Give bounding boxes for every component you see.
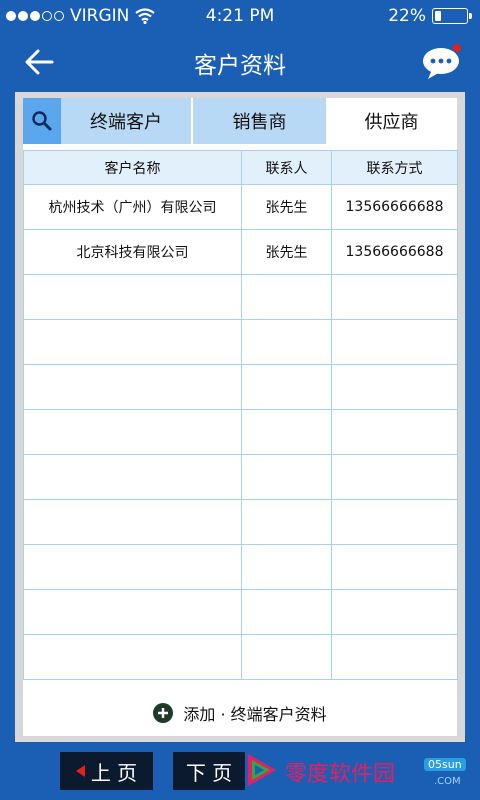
cell-phone: [331, 499, 458, 545]
table-row: [23, 454, 458, 500]
bottom-bar: 上 页 下 页 零度软件园 05sun .COM: [0, 742, 480, 800]
tab-distributor[interactable]: 销售商: [193, 98, 326, 144]
tab-supplier[interactable]: 供应商: [326, 98, 457, 144]
cell-name: [23, 499, 242, 545]
table-row[interactable]: 北京科技有限公司 张先生 13566666688: [23, 229, 458, 275]
table-row: [23, 274, 458, 320]
cell-contact: [241, 274, 332, 320]
cell-contact: [241, 499, 332, 545]
cell-phone: [331, 589, 458, 635]
cell-name: [23, 634, 242, 680]
cell-phone: [331, 364, 458, 410]
cell-phone: [331, 634, 458, 680]
tab-bar: 终端客户 销售商 供应商: [23, 98, 457, 144]
cell-contact: [241, 319, 332, 365]
cell-phone: [331, 319, 458, 365]
nav-bar: 客户资料: [0, 32, 480, 92]
table-row: [23, 499, 458, 545]
column-header-phone: 联系方式: [331, 150, 458, 185]
watermark-logo-icon: [248, 754, 276, 786]
cell-name: [23, 409, 242, 455]
watermark-badge: 05sun: [424, 758, 466, 771]
prev-page-label: 上 页: [90, 760, 138, 785]
cell-phone: [331, 274, 458, 320]
cell-name: 杭州技术（广州）有限公司: [23, 184, 242, 230]
cell-contact: [241, 589, 332, 635]
table-row: [23, 589, 458, 635]
table-row: [23, 544, 458, 590]
cell-contact: [241, 364, 332, 410]
table-row: [23, 409, 458, 455]
triangle-left-icon: [75, 765, 85, 777]
table-row: [23, 364, 458, 410]
cell-phone: 13566666688: [331, 184, 458, 230]
message-button[interactable]: [420, 40, 466, 82]
table-row[interactable]: 杭州技术（广州）有限公司 张先生 13566666688: [23, 184, 458, 230]
add-customer-button[interactable]: 添加 · 终端客户资料: [23, 690, 457, 736]
status-bar: VIRGIN 4:21 PM 22%: [0, 0, 480, 32]
cell-name: 北京科技有限公司: [23, 229, 242, 275]
cell-contact: [241, 544, 332, 590]
cell-contact: 张先生: [241, 229, 332, 275]
customer-panel: 终端客户 销售商 供应商 客户名称 联系人 联系方式 杭州技术（广州）有限公司 …: [23, 98, 458, 736]
prev-page-button[interactable]: 上 页: [60, 752, 153, 790]
cell-name: [23, 589, 242, 635]
cell-contact: [241, 409, 332, 455]
cell-contact: [241, 634, 332, 680]
table-header-row: 客户名称 联系人 联系方式: [23, 150, 458, 185]
watermark-domain: .COM: [434, 776, 461, 787]
column-header-contact: 联系人: [241, 150, 332, 185]
page-title: 客户资料: [194, 53, 286, 79]
plus-glyph: [158, 708, 169, 718]
cell-phone: [331, 544, 458, 590]
content-area: 终端客户 销售商 供应商 客户名称 联系人 联系方式 杭州技术（广州）有限公司 …: [15, 92, 465, 742]
cell-name: [23, 319, 242, 365]
chat-bubble-icon: [423, 44, 461, 79]
tab-terminal-customer[interactable]: 终端客户: [61, 98, 193, 144]
cell-name: [23, 274, 242, 320]
cell-contact: 张先生: [241, 184, 332, 230]
cell-phone: 13566666688: [331, 229, 458, 275]
next-page-button[interactable]: 下 页: [173, 752, 245, 790]
search-icon: [32, 111, 52, 131]
cell-name: [23, 364, 242, 410]
table-row: [23, 319, 458, 365]
battery-percent: 22%: [388, 6, 426, 26]
customer-table: 客户名称 联系人 联系方式 杭州技术（广州）有限公司 张先生 135666666…: [23, 150, 458, 680]
watermark-text: 零度软件园: [285, 762, 396, 787]
cell-phone: [331, 409, 458, 455]
column-header-name: 客户名称: [23, 150, 242, 185]
battery-icon: [432, 8, 472, 24]
plus-icon: [153, 703, 174, 723]
battery-fill: [435, 11, 441, 21]
cell-phone: [331, 454, 458, 500]
table-row: [23, 634, 458, 680]
cell-name: [23, 454, 242, 500]
next-page-label: 下 页: [185, 760, 233, 785]
cell-name: [23, 544, 242, 590]
status-right: 22%: [388, 6, 472, 26]
add-customer-label: 添加 · 终端客户资料: [183, 705, 327, 724]
search-button[interactable]: [23, 98, 61, 144]
cell-contact: [241, 454, 332, 500]
